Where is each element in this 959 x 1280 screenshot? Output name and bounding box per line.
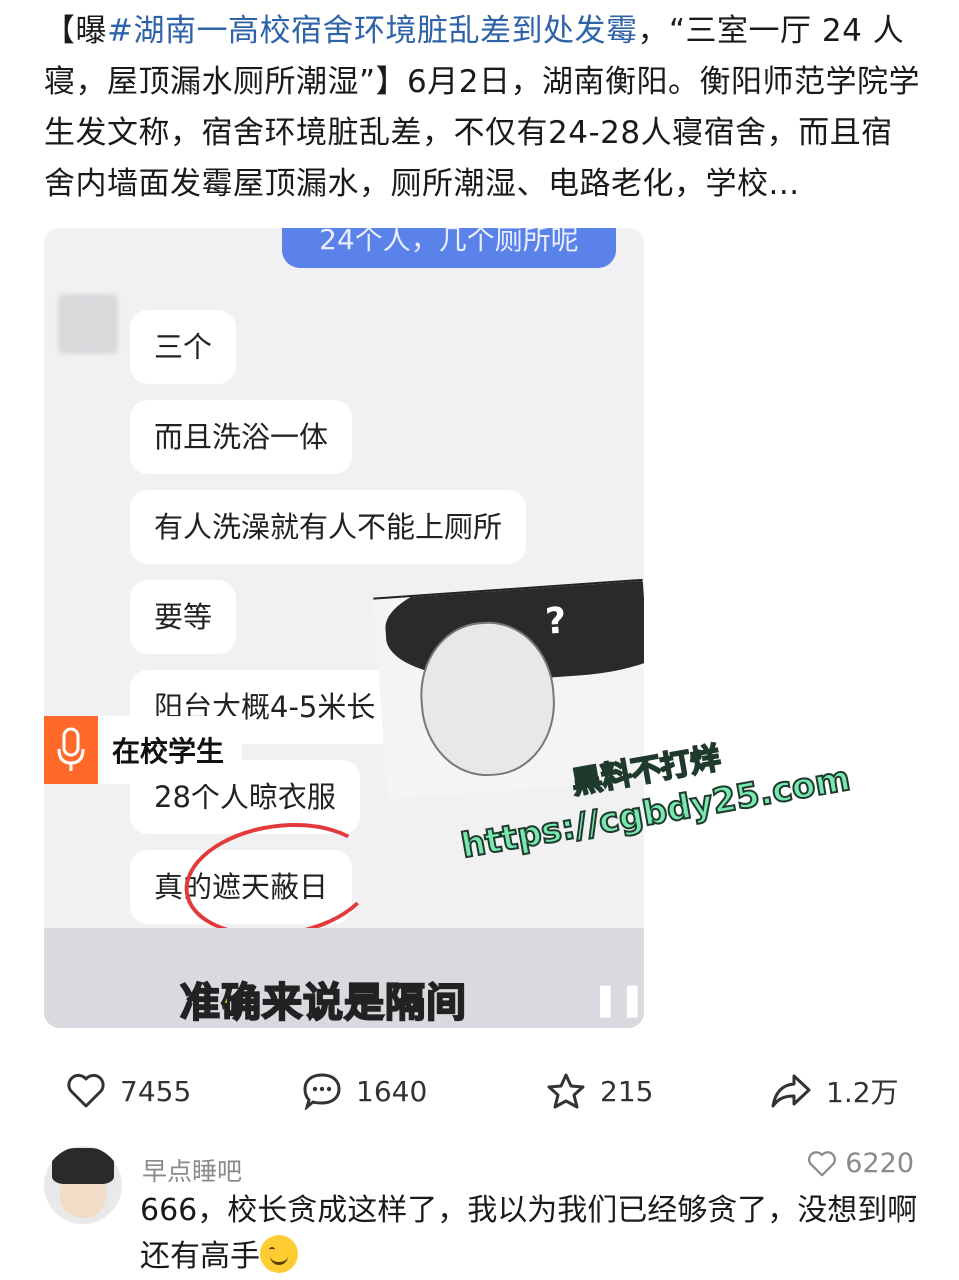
hashtag-link[interactable]: #湖南一高校宿舍环境脏乱差到处发霉 [107, 13, 637, 49]
heart-icon [808, 1150, 837, 1176]
comment-like-count: 6220 [845, 1148, 914, 1179]
share-button[interactable]: 1.2万 [770, 1060, 899, 1122]
comment-icon [303, 1073, 341, 1110]
chat-bubble: 三个 [130, 310, 237, 384]
comment-button[interactable]: 1640 [302, 1060, 427, 1122]
comment-count: 1640 [356, 1074, 428, 1108]
comment-like-button[interactable]: 6220 [807, 1148, 914, 1179]
post-lead: 【曝 [44, 13, 107, 49]
question-mark: ? [543, 600, 568, 643]
star-icon [547, 1073, 585, 1109]
comment-username[interactable]: 早点睡吧 [142, 1152, 242, 1188]
like-button[interactable]: 7455 [66, 1060, 191, 1122]
share-icon [771, 1074, 811, 1108]
like-count: 7455 [120, 1074, 192, 1108]
smile-emoji-icon [260, 1235, 298, 1273]
avatar[interactable] [44, 1146, 122, 1224]
blurred-avatar [58, 294, 118, 354]
share-count: 1.2万 [826, 1076, 899, 1109]
post-text: 【曝#湖南一高校宿舍环境脏乱差到处发霉，“三室一厅 24 人寝，屋顶漏水厕所潮湿… [44, 6, 924, 210]
microphone-icon [44, 716, 98, 784]
heart-icon [67, 1073, 105, 1108]
chat-bubble: 有人洗澡就有人不能上厕所 [130, 490, 527, 564]
favorite-button[interactable]: 215 [546, 1060, 653, 1122]
chat-bubble-top: 24个人，几个厕所呢 [282, 228, 616, 268]
favorite-count: 215 [600, 1074, 654, 1108]
chat-bubble: 要等 [130, 580, 237, 654]
chat-bubble: 而且洗浴一体 [130, 400, 353, 474]
action-bar: 7455 1640 215 1.2万 [0, 1060, 959, 1122]
speaker-label: 在校学生 [112, 735, 225, 768]
comment-text: 666，校长贪成这样了，我以为我们已经够贪了，没想到啊还有高手 [140, 1193, 918, 1274]
video-caption: 准确来说是隔间 [179, 979, 467, 1027]
pause-icon[interactable]: ❚❚ [592, 980, 644, 1018]
speaker-badge: 在校学生 [44, 716, 243, 784]
comment-item: 早点睡吧 6220 666，校长贪成这样了，我以为我们已经够贪了，没想到啊还有高… [44, 1146, 924, 1280]
video-player[interactable]: 24个人，几个厕所呢 三个 而且洗浴一体 有人洗澡就有人不能上厕所 要等 阳台大… [44, 228, 644, 1028]
